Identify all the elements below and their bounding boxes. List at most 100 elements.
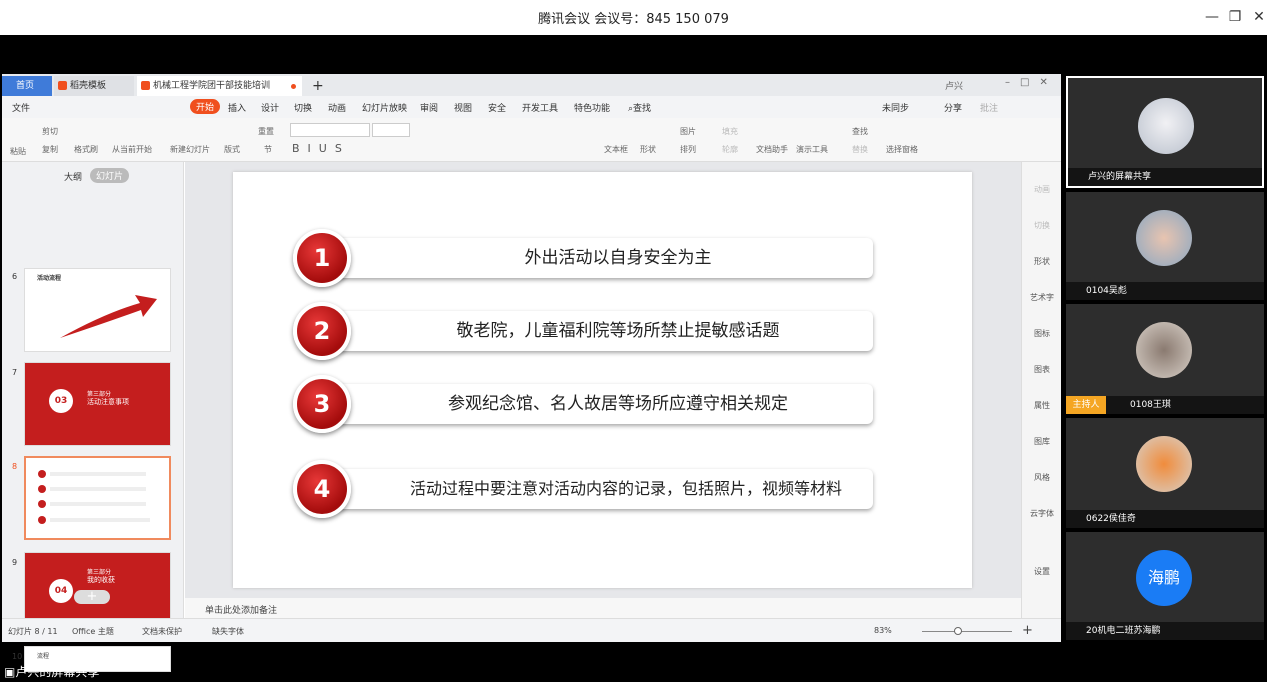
replace-button[interactable]: 替换 xyxy=(852,144,868,155)
participant-tile-4[interactable]: 0622侯佳奇 xyxy=(1066,418,1264,528)
slide-item-4[interactable]: 活动过程中要注意对活动内容的记录，包括照片，视频等材料 xyxy=(323,469,873,509)
presenter-tools-button[interactable]: 演示工具 xyxy=(796,144,828,155)
shape-button[interactable]: 形状 xyxy=(640,144,656,155)
participant-tile-1[interactable]: 卢兴的屏幕共享 xyxy=(1066,76,1264,188)
menu-review[interactable]: 审阅 xyxy=(420,101,438,114)
tool-settings[interactable]: 设置 xyxy=(1022,566,1062,577)
thumb-number: 8 xyxy=(12,462,18,471)
notes-bar[interactable]: 单击此处添加备注 xyxy=(185,598,1021,618)
comment-button[interactable]: 批注 xyxy=(980,101,998,114)
reset-button[interactable]: 重置 xyxy=(258,126,274,137)
section-button[interactable]: 节 xyxy=(264,144,272,155)
tool-style[interactable]: 风格 xyxy=(1022,472,1062,483)
thumb-title: 活动流程 xyxy=(37,275,62,282)
slide-thumbnail-7[interactable]: 03 第三部分 活动注意事项 xyxy=(24,362,171,446)
menu-start[interactable]: 开始 xyxy=(190,99,221,114)
tab-document[interactable]: 机械工程学院团干部技能培训 xyxy=(137,76,302,96)
menu-search[interactable]: ⌕查找 xyxy=(628,101,651,114)
tool-gallery[interactable]: 图库 xyxy=(1022,436,1062,447)
number-badge-3: 3 xyxy=(293,375,351,433)
thumb-bullet xyxy=(38,470,46,478)
tab-home[interactable]: 首页 xyxy=(2,76,52,96)
sync-status[interactable]: 未同步 xyxy=(882,101,909,114)
participant-name: 卢兴的屏幕共享 xyxy=(1068,168,1262,186)
slide-item-3[interactable]: 参观纪念馆、名人故居等场所应遵守相关规定 xyxy=(323,384,873,424)
tool-chart[interactable]: 图表 xyxy=(1022,364,1062,375)
menu-animation[interactable]: 动画 xyxy=(328,101,346,114)
slide-thumbnail-8[interactable] xyxy=(24,456,171,540)
participant-tile-5[interactable]: 海鹏 20机电二班苏海鹏 xyxy=(1066,532,1264,640)
slide-thumbnail-6[interactable]: 活动流程 xyxy=(24,268,171,352)
participant-tile-3[interactable]: 0108王琪 主持人 xyxy=(1066,304,1264,414)
user-name[interactable]: 卢兴 xyxy=(945,79,963,92)
tab-slides[interactable]: 幻灯片 xyxy=(90,168,130,183)
menu-features[interactable]: 特色功能 xyxy=(574,101,610,114)
menu-security[interactable]: 安全 xyxy=(488,101,506,114)
missing-font[interactable]: 缺失字体 xyxy=(212,626,244,637)
thumb-line xyxy=(50,518,150,522)
number-badge-2: 2 xyxy=(293,302,351,360)
font-size-field[interactable] xyxy=(372,123,410,137)
tab-outline[interactable]: 大纲 xyxy=(64,170,82,183)
add-slide-button[interactable]: + xyxy=(74,590,110,604)
font-style-buttons[interactable]: BIUS xyxy=(292,142,350,155)
close-icon[interactable]: ✕ xyxy=(1250,8,1267,26)
zoom-slider-handle[interactable] xyxy=(954,627,962,635)
tool-cloud-font[interactable]: 云字体 xyxy=(1022,508,1062,519)
thumb-line xyxy=(50,502,146,506)
protect-status[interactable]: 文档未保护 xyxy=(142,626,182,637)
thumb-title: 我的收获 xyxy=(87,576,115,584)
menu-view[interactable]: 视图 xyxy=(454,101,472,114)
current-slide[interactable]: 外出活动以自身安全为主 1 敬老院，儿童福利院等场所禁止提敏感话题 2 参观纪念… xyxy=(233,172,972,588)
tool-properties[interactable]: 属性 xyxy=(1022,400,1062,411)
new-tab-icon[interactable]: + xyxy=(308,76,328,96)
participant-name: 20机电二班苏海鹏 xyxy=(1066,622,1264,640)
share-button[interactable]: 分享 xyxy=(944,101,962,114)
menu-file[interactable]: 文件 xyxy=(12,101,30,114)
slide-counter: 幻灯片 8 / 11 xyxy=(8,627,58,636)
cut-button[interactable]: 剪切 xyxy=(42,126,58,137)
copy-button[interactable]: 复制 xyxy=(42,144,58,155)
tool-wordart[interactable]: 艺术字 xyxy=(1022,292,1062,303)
new-slide-button[interactable]: 新建幻灯片 xyxy=(170,144,210,155)
tool-icon[interactable]: 图标 xyxy=(1022,328,1062,339)
thumb-number: 6 xyxy=(12,272,18,281)
font-name-field[interactable] xyxy=(290,123,370,137)
menu-slideshow[interactable]: 幻灯片放映 xyxy=(362,101,407,114)
avatar xyxy=(1138,98,1194,154)
slide-item-2[interactable]: 敬老院，儿童福利院等场所禁止提敏感话题 xyxy=(323,311,873,351)
slide-item-text: 参观纪念馆、名人故居等场所应遵守相关规定 xyxy=(448,394,788,414)
selection-pane-button[interactable]: 选择窗格 xyxy=(886,144,918,155)
thumb-badge: 04 xyxy=(49,579,73,603)
doc-helper-button[interactable]: 文档助手 xyxy=(756,144,788,155)
thumb-line xyxy=(50,487,146,491)
participant-tile-2[interactable]: 0104吴彪 xyxy=(1066,192,1264,300)
minimize-icon[interactable]: — xyxy=(1203,8,1221,26)
tool-animation[interactable]: 动画 xyxy=(1022,184,1062,195)
paste-button[interactable]: 粘贴 xyxy=(10,146,26,157)
textbox-button[interactable]: 文本框 xyxy=(604,144,628,155)
menu-devtools[interactable]: 开发工具 xyxy=(522,101,558,114)
find-button[interactable]: 查找 xyxy=(852,126,868,137)
outline-button[interactable]: 轮廓 xyxy=(722,144,738,155)
tab-daoke[interactable]: 稻壳模板 xyxy=(54,76,134,96)
format-painter-button[interactable]: 格式刷 xyxy=(74,144,98,155)
menu-design[interactable]: 设计 xyxy=(261,101,279,114)
tool-transition[interactable]: 切换 xyxy=(1022,220,1062,231)
layout-button[interactable]: 版式 xyxy=(224,144,240,155)
from-current-button[interactable]: 从当前开始 xyxy=(112,144,152,155)
fill-button[interactable]: 填充 xyxy=(722,126,738,137)
zoom-slider[interactable] xyxy=(922,631,1012,632)
arrange-button[interactable]: 排列 xyxy=(680,144,696,155)
restore-icon[interactable]: ❐ xyxy=(1226,8,1244,26)
avatar xyxy=(1136,322,1192,378)
tool-shape[interactable]: 形状 xyxy=(1022,256,1062,267)
image-button[interactable]: 图片 xyxy=(680,126,696,137)
zoom-level[interactable]: 83% xyxy=(874,626,892,635)
app-window-controls[interactable]: –□✕ xyxy=(1005,77,1058,88)
thumb-number: 9 xyxy=(12,558,18,567)
slide-item-1[interactable]: 外出活动以自身安全为主 xyxy=(323,238,873,278)
menu-transition[interactable]: 切换 xyxy=(294,101,312,114)
zoom-in-icon[interactable]: + xyxy=(1022,623,1033,638)
menu-insert[interactable]: 插入 xyxy=(228,101,246,114)
